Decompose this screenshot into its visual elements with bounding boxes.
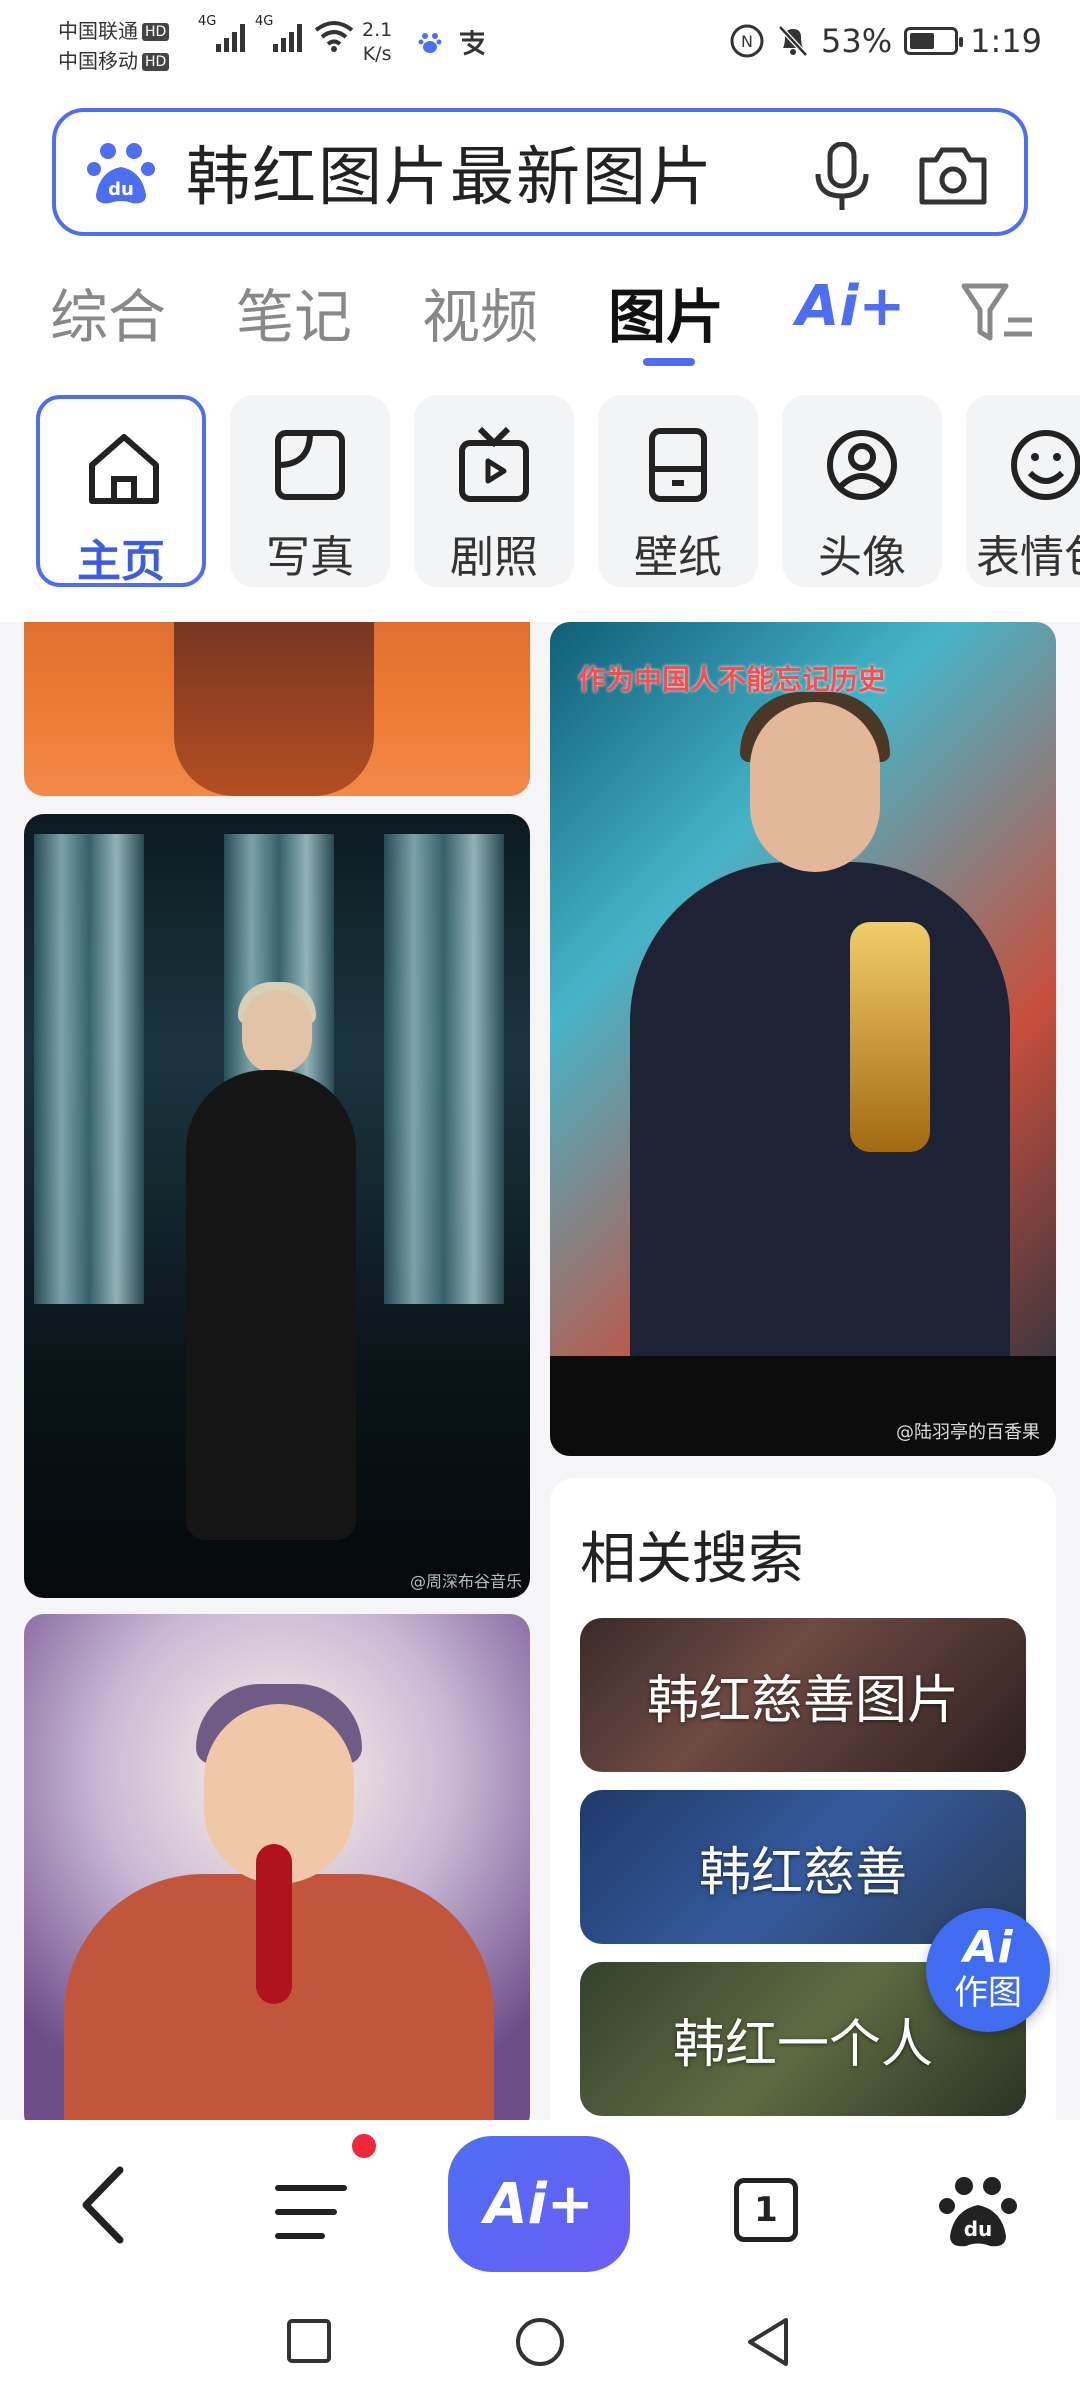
notification-dot	[352, 2134, 376, 2158]
tab-count-button[interactable]: 1	[734, 2178, 798, 2242]
image-feed: @周深布谷音乐 作为中国人不能忘记历史 @陆羽亭的百香果 相关搜索 韩红慈善图片…	[0, 622, 1080, 2120]
chip-wallpaper[interactable]: 壁纸	[598, 395, 758, 587]
image-caption: 作为中国人不能忘记历史	[578, 663, 887, 696]
ai-draw-button[interactable]: Ai 作图	[926, 1908, 1050, 2032]
image-card[interactable]: 作为中国人不能忘记历史 @陆羽亭的百香果	[550, 622, 1056, 1456]
system-nav-bar	[0, 2290, 1080, 2400]
svg-text:N: N	[741, 32, 753, 51]
chip-home[interactable]: 主页	[36, 395, 206, 587]
speed-unit: K/s	[362, 43, 392, 65]
category-chips: 主页 写真 剧照 壁纸 头像 表情包	[0, 395, 1080, 595]
signal-icon: 4G	[255, 14, 302, 52]
battery-percent: 53%	[821, 22, 893, 60]
recents-icon[interactable]	[286, 2318, 332, 2364]
ai-draw-line2: 作图	[954, 1973, 1022, 2013]
carrier-1: 中国联通	[58, 19, 138, 43]
related-item[interactable]: 韩红慈善图片	[580, 1618, 1026, 1772]
phone-wallpaper-icon	[649, 428, 707, 502]
chip-emoji[interactable]: 表情包	[966, 395, 1080, 587]
ai-assistant-button[interactable]: Ai+	[448, 2136, 630, 2272]
mute-icon	[778, 25, 808, 57]
chip-label: 写真	[266, 532, 354, 583]
status-bar: 中国联通 HD 中国移动 HD 4G 4G 2.1 K/s N 53% 1:19	[0, 0, 1080, 100]
carrier-2: 中国移动	[58, 49, 138, 73]
home-button-icon[interactable]	[514, 2316, 566, 2368]
tab-ai[interactable]: Ai+	[796, 274, 905, 339]
menu-icon[interactable]	[274, 2182, 348, 2242]
ai-draw-line1: Ai	[963, 1922, 1013, 1973]
image-watermark: @周深布谷音乐	[409, 1572, 522, 1591]
home-icon	[89, 434, 159, 504]
wifi-icon	[314, 21, 354, 52]
baidu-home-icon[interactable]: du	[938, 2170, 1018, 2250]
nfc-icon: N	[730, 24, 764, 58]
avatar-icon	[827, 430, 897, 500]
chip-photoshoot[interactable]: 写真	[230, 395, 390, 587]
tab-images[interactable]: 图片	[608, 270, 724, 354]
carrier-info: 中国联通 HD 中国移动 HD	[58, 16, 170, 76]
chip-avatar[interactable]: 头像	[782, 395, 942, 587]
bottom-toolbar: Ai+ 1 du	[0, 2120, 1080, 2290]
network-type: 4G	[198, 14, 217, 29]
chip-label: 剧照	[450, 532, 538, 583]
net-speed: 2.1 K/s	[362, 18, 392, 66]
hd-badge: HD	[142, 23, 170, 41]
search-bar[interactable]: du 韩红图片最新图片	[52, 108, 1028, 236]
tab-videos[interactable]: 视频	[422, 270, 538, 354]
tab-comprehensive[interactable]: 综合	[50, 270, 166, 354]
camera-icon[interactable]	[916, 142, 990, 208]
network-type: 4G	[255, 14, 274, 29]
signal-icon: 4G	[198, 14, 245, 52]
chip-label: 主页	[77, 536, 165, 587]
photo-frame-icon	[275, 430, 345, 500]
chip-label: 壁纸	[634, 532, 722, 583]
alipay-notify-icon	[460, 30, 485, 56]
image-card[interactable]	[24, 1614, 530, 2120]
back-arrow-icon[interactable]	[74, 2160, 134, 2250]
chip-label: 表情包	[976, 532, 1080, 583]
baidu-notify-icon	[418, 33, 442, 53]
hd-badge: HD	[142, 53, 170, 71]
chip-stills[interactable]: 剧照	[414, 395, 574, 587]
tab-notes[interactable]: 笔记	[236, 270, 352, 354]
result-tabs: 综合 笔记 视频 图片 Ai+	[0, 260, 1080, 370]
logo-text: du	[108, 179, 134, 200]
logo-text: du	[964, 2217, 993, 2241]
status-right: N 53% 1:19	[729, 22, 1042, 60]
active-tab-indicator	[643, 358, 695, 366]
baidu-logo-icon: du	[87, 143, 155, 204]
chip-label: 头像	[818, 532, 906, 583]
clock: 1:19	[970, 22, 1042, 60]
tv-icon	[459, 426, 529, 502]
smiley-icon	[1011, 430, 1080, 500]
speed-value: 2.1	[362, 19, 393, 41]
battery-icon	[904, 27, 964, 55]
related-title: 相关搜索	[580, 1527, 804, 1592]
microphone-icon[interactable]	[810, 142, 874, 212]
search-query[interactable]: 韩红图片最新图片	[186, 126, 714, 218]
filter-icon[interactable]	[960, 280, 1036, 346]
image-card[interactable]: @周深布谷音乐	[24, 814, 530, 1598]
image-watermark: @陆羽亭的百香果	[896, 1422, 1040, 1443]
back-button-icon[interactable]	[744, 2316, 792, 2368]
signal-indicators: 4G 4G	[198, 14, 354, 52]
image-card[interactable]	[24, 622, 530, 796]
